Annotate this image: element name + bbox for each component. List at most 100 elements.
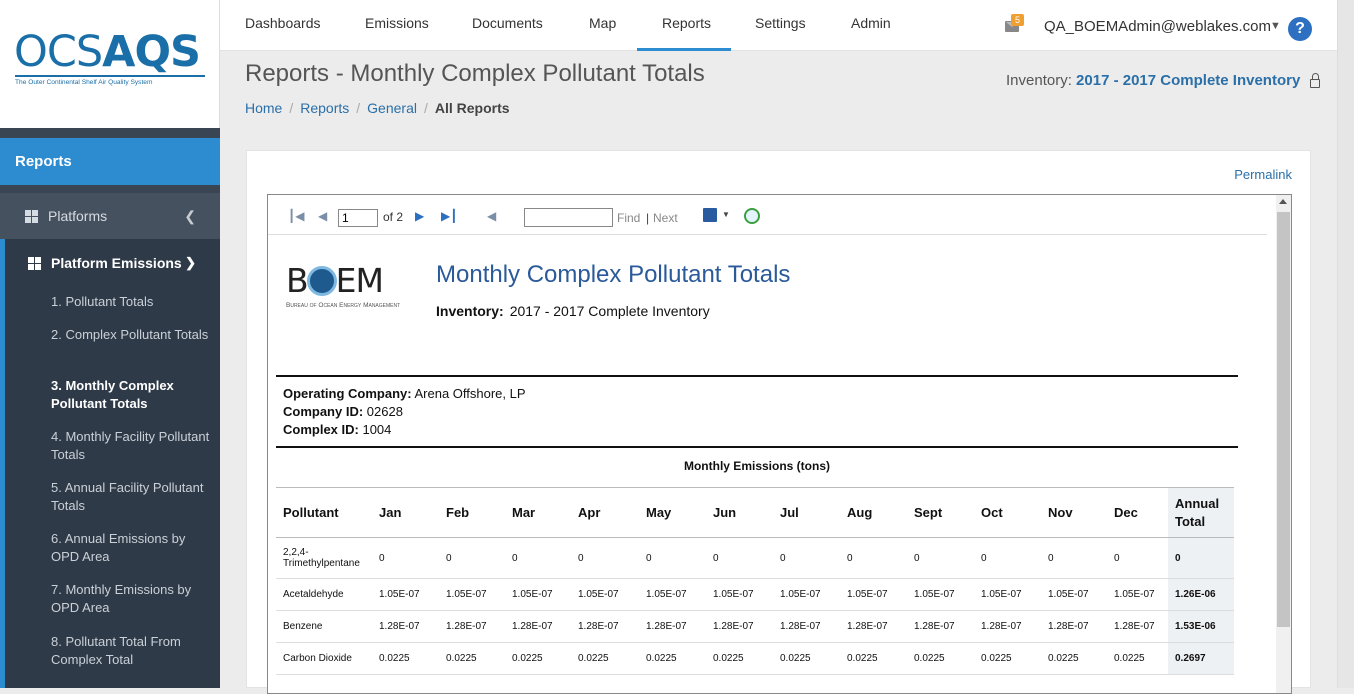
nav-settings[interactable]: Settings (755, 0, 806, 51)
table-row: Acetaldehyde 1.05E-07 1.05E-07 1.05E-07 1.05… (276, 578, 1234, 611)
month-value-cell: 0.0225 (372, 642, 439, 675)
col-annual-total: Annual Total (1168, 487, 1234, 538)
month-value-cell: 1.28E-07 (1107, 610, 1168, 643)
month-value-cell: 1.28E-07 (439, 610, 505, 643)
breadcrumb-general[interactable]: General (367, 100, 417, 116)
inventory-indicator: Inventory: 2017 - 2017 Complete Inventor… (1006, 72, 1321, 89)
table-body: 2,2,4-Trimethylpentane 0 0 0 0 0 0 0 0 0 0 0 0 0 Aceta… (276, 537, 1234, 675)
inventory-link[interactable]: 2017 - 2017 Complete Inventory (1076, 72, 1300, 89)
report-inventory: Inventory: 2017 - 2017 Complete Inventory (436, 303, 710, 319)
month-value-cell: 0.0225 (907, 642, 974, 675)
nav-dashboards[interactable]: Dashboards (245, 0, 321, 51)
month-value-cell: 1.28E-07 (773, 610, 840, 643)
sidebar-title: Reports (0, 138, 220, 185)
report-inventory-label: Inventory: (436, 303, 504, 319)
col-mar: Mar (505, 487, 571, 538)
sidebar-subitem-pollutant-total-from-complex-total[interactable]: 8. Pollutant Total From Complex Total (51, 633, 211, 669)
nav-documents[interactable]: Documents (472, 0, 543, 51)
logo-text: OCSAQS (14, 27, 201, 77)
month-value-cell: 0.0225 (974, 642, 1041, 675)
next-page-icon[interactable]: ▶ (415, 209, 424, 223)
month-value-cell: 1.05E-07 (1107, 578, 1168, 611)
previous-page-icon[interactable]: ◀ (318, 209, 327, 223)
grid-icon (25, 210, 38, 223)
sidebar-subitem-annual-emissions-by-opd-area[interactable]: 6. Annual Emissions by OPD Area (51, 530, 211, 566)
annual-total-cell: 1.26E-06 (1168, 578, 1234, 611)
breadcrumb-separator: / (289, 100, 294, 116)
page-number-input[interactable] (338, 209, 378, 227)
monthly-emissions-header: Monthly Emissions (tons) (683, 459, 830, 473)
nav-admin[interactable]: Admin (851, 0, 891, 51)
help-icon[interactable]: ? (1288, 17, 1312, 41)
export-icon[interactable] (703, 208, 717, 222)
operating-company: Operating Company: Arena Offshore, LP (283, 386, 526, 401)
page-scrollbar[interactable] (1337, 0, 1354, 688)
inventory-label: Inventory: (1006, 72, 1072, 89)
month-value-cell: 1.05E-07 (907, 578, 974, 611)
report-inventory-value: 2017 - 2017 Complete Inventory (509, 303, 710, 319)
month-value-cell: 1.05E-07 (840, 578, 907, 611)
back-icon[interactable]: ◀ (487, 209, 496, 223)
col-aug: Aug (840, 487, 907, 538)
viewer-scrollbar[interactable] (1276, 195, 1291, 693)
sidebar-subitem-complex-pollutant-totals[interactable]: 2. Complex Pollutant Totals (51, 326, 211, 344)
month-value-cell: 1.05E-07 (439, 578, 505, 611)
month-value-cell: 0 (974, 537, 1041, 579)
app-logo[interactable]: OCSAQS The Outer Continental Shelf Air Q… (0, 0, 220, 128)
permalink-link[interactable]: Permalink (1234, 167, 1292, 182)
breadcrumb-separator: / (356, 100, 361, 116)
month-value-cell: 0.0225 (1041, 642, 1107, 675)
sidebar-subitem-monthly-complex-pollutant-totals[interactable]: 3. Monthly Complex Pollutant Totals (51, 377, 211, 413)
find-button[interactable]: Find (617, 211, 640, 225)
month-value-cell: 0 (840, 537, 907, 579)
find-next-button[interactable]: Next (653, 211, 678, 225)
last-page-icon[interactable]: ▶┃ (441, 209, 457, 223)
caret-down-icon[interactable]: ▼ (722, 210, 730, 219)
sidebar-subitem-monthly-facility-pollutant-totals[interactable]: 4. Monthly Facility Pollutant Totals (51, 428, 211, 464)
month-value-cell: 1.28E-07 (974, 610, 1041, 643)
scroll-up-icon[interactable] (1279, 199, 1287, 204)
month-value-cell: 1.28E-07 (907, 610, 974, 643)
nav-reports[interactable]: Reports (637, 0, 731, 51)
first-page-icon[interactable]: ┃◀ (288, 209, 304, 223)
month-value-cell: 1.28E-07 (571, 610, 639, 643)
month-value-cell: 1.05E-07 (571, 578, 639, 611)
refresh-icon[interactable] (744, 208, 760, 224)
user-menu[interactable]: QA_BOEMAdmin@weblakes.com (1044, 18, 1271, 35)
divider (276, 375, 1238, 377)
month-value-cell: 1.28E-07 (372, 610, 439, 643)
annual-total-cell: 0.2697 (1168, 642, 1234, 675)
grid-icon (28, 257, 41, 270)
sidebar-item-platform-emissions[interactable]: Platform Emissions ❯ (5, 239, 220, 287)
sidebar-item-platforms[interactable]: Platforms ❮ (0, 193, 220, 239)
month-value-cell: 1.05E-07 (505, 578, 571, 611)
col-jan: Jan (372, 487, 439, 538)
pollutant-cell: Carbon Dioxide (276, 642, 372, 675)
boem-logo-subtitle: Bureau of Ocean Energy Management (286, 302, 401, 309)
month-value-cell: 1.28E-07 (840, 610, 907, 643)
col-sept: Sept (907, 487, 974, 538)
col-jul: Jul (773, 487, 840, 538)
col-nov: Nov (1041, 487, 1107, 538)
lock-icon (1310, 73, 1321, 88)
breadcrumb-home[interactable]: Home (245, 100, 282, 116)
nav-map[interactable]: Map (589, 0, 616, 51)
scroll-thumb[interactable] (1277, 212, 1290, 627)
complex-id: Complex ID: 1004 (283, 422, 392, 437)
find-input[interactable] (524, 208, 613, 227)
sidebar-subitem-pollutant-totals[interactable]: 1. Pollutant Totals (51, 293, 211, 311)
col-pollutant: Pollutant (276, 487, 372, 538)
pollutant-cell: 2,2,4-Trimethylpentane (276, 537, 372, 579)
report-viewer: ┃◀ ◀ of 2 ▶ ▶┃ ◀ Find | Next ▼ BEM Burea… (267, 194, 1292, 694)
table-row: Benzene 1.28E-07 1.28E-07 1.28E-07 1.28E-07 1… (276, 610, 1234, 643)
toolbar-separator: | (646, 211, 650, 225)
table-row: Carbon Dioxide 0.0225 0.0225 0.0225 0.0225 0.… (276, 642, 1234, 675)
sidebar-subitem-annual-facility-pollutant-totals[interactable]: 5. Annual Facility Pollutant Totals (51, 479, 211, 515)
month-value-cell: 0 (773, 537, 840, 579)
nav-emissions[interactable]: Emissions (365, 0, 429, 51)
sidebar-subitem-monthly-emissions-by-opd-area[interactable]: 7. Monthly Emissions by OPD Area (51, 581, 211, 617)
caret-down-icon[interactable]: ▼ (1270, 20, 1281, 32)
breadcrumb: Home / Reports / General / All Reports (245, 100, 510, 116)
breadcrumb-reports[interactable]: Reports (300, 100, 349, 116)
logo-rule (15, 75, 205, 77)
